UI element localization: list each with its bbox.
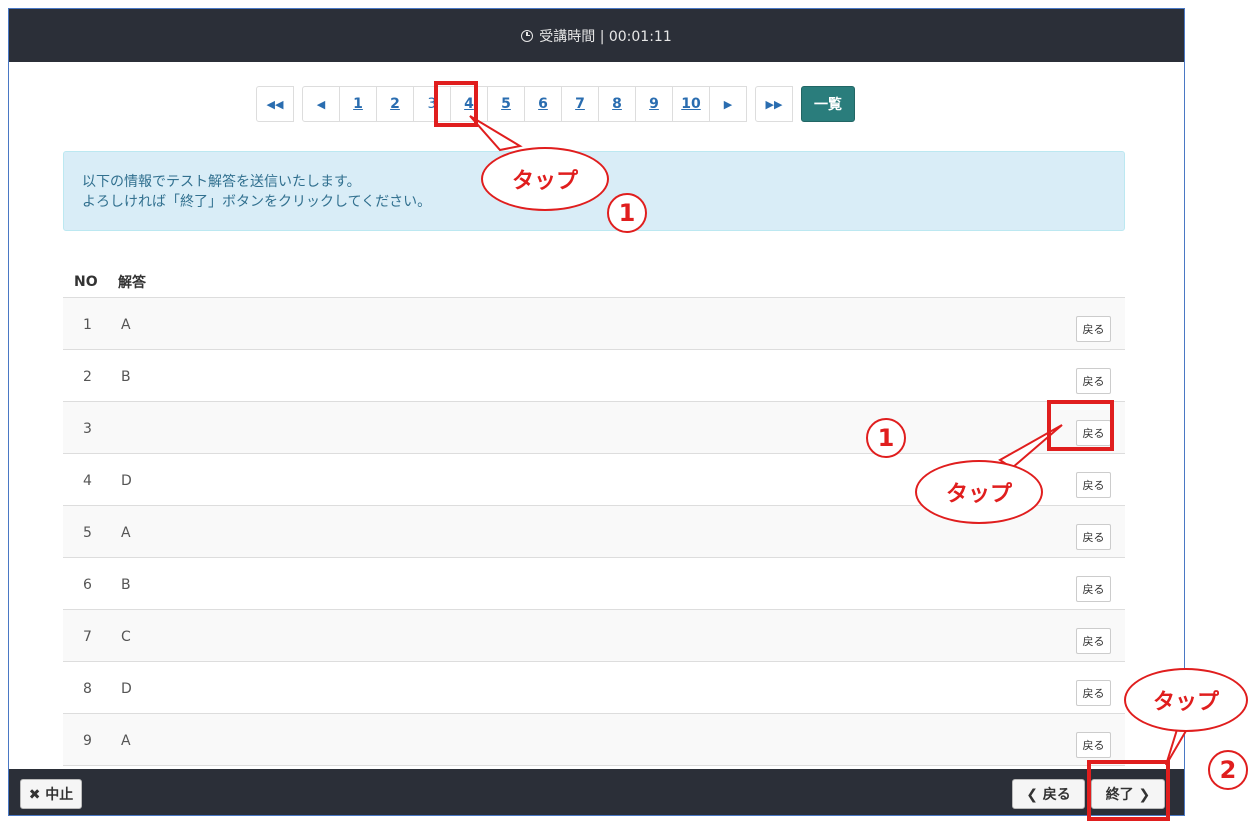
back-button[interactable]: ❮ 戻る xyxy=(1012,779,1085,809)
row-no: 5 xyxy=(83,525,92,541)
row-no: 7 xyxy=(83,629,92,645)
row-answer: D xyxy=(121,681,132,697)
table-row: 8 D 戻る xyxy=(63,662,1125,714)
row-answer: D xyxy=(121,473,132,489)
step-number-2: 2 xyxy=(1208,750,1248,790)
clock-icon xyxy=(521,29,534,42)
step-number-1b: 1 xyxy=(866,418,906,458)
row-answer: C xyxy=(121,629,131,645)
row-back-button[interactable]: 戻る xyxy=(1076,680,1111,706)
tap-callout-1: タップ xyxy=(481,147,609,211)
table-row: 1 A 戻る xyxy=(63,298,1125,350)
prev-page-button[interactable]: ◀ xyxy=(302,86,340,122)
page-link-5[interactable]: 5 xyxy=(487,86,525,122)
tap-callout-2: タップ xyxy=(915,460,1043,524)
header-no: NO xyxy=(74,274,98,290)
tap-callout-3: タップ xyxy=(1124,668,1248,732)
table-row: 2 B 戻る xyxy=(63,350,1125,402)
row-back-button[interactable]: 戻る xyxy=(1076,732,1111,758)
table-row: 9 A 戻る xyxy=(63,714,1125,766)
header-answer: 解答 xyxy=(118,275,146,291)
row-no: 4 xyxy=(83,473,92,489)
row-no: 8 xyxy=(83,681,92,697)
table-row: 7 C 戻る xyxy=(63,610,1125,662)
pagination: ◀◀ ◀ 1 2 3 4 5 6 7 8 9 10 ▶ ▶▶ 一覧 xyxy=(256,86,855,122)
row-no: 1 xyxy=(83,317,92,333)
app-window: 受講時間 | 00:01:11 ◀◀ ◀ 1 2 3 4 5 6 7 8 9 1… xyxy=(8,8,1185,816)
page-link-10[interactable]: 10 xyxy=(672,86,710,122)
row-answer: B xyxy=(121,577,131,593)
highlight-page-3 xyxy=(434,81,478,127)
cancel-button[interactable]: ✖ 中止 xyxy=(20,779,82,809)
row-back-button[interactable]: 戻る xyxy=(1076,368,1111,394)
page-link-7[interactable]: 7 xyxy=(561,86,599,122)
page-link-9[interactable]: 9 xyxy=(635,86,673,122)
row-answer: B xyxy=(121,369,131,385)
first-page-button[interactable]: ◀◀ xyxy=(256,86,294,122)
row-back-button[interactable]: 戻る xyxy=(1076,628,1111,654)
page-link-2[interactable]: 2 xyxy=(376,86,414,122)
row-no: 6 xyxy=(83,577,92,593)
page-link-6[interactable]: 6 xyxy=(524,86,562,122)
highlight-finish xyxy=(1087,760,1170,821)
page-link-8[interactable]: 8 xyxy=(598,86,636,122)
elapsed-time-label: 受講時間 | 00:01:11 xyxy=(539,28,672,45)
row-back-button[interactable]: 戻る xyxy=(1076,472,1111,498)
row-answer: A xyxy=(121,317,131,333)
table-header: NO 解答 xyxy=(63,267,1125,299)
answer-table: 1 A 戻る 2 B 戻る 3 戻る 4 D 戻る 5 A 戻る 6 B 戻る xyxy=(63,298,1125,766)
table-row: 6 B 戻る xyxy=(63,558,1125,610)
row-no: 2 xyxy=(83,369,92,385)
highlight-row-3-back xyxy=(1047,400,1114,451)
row-back-button[interactable]: 戻る xyxy=(1076,316,1111,342)
next-page-button[interactable]: ▶ xyxy=(709,86,747,122)
table-row: 3 戻る xyxy=(63,402,1125,454)
list-view-button[interactable]: 一覧 xyxy=(801,86,855,122)
step-number-1a: 1 xyxy=(607,193,647,233)
row-no: 9 xyxy=(83,733,92,749)
row-answer: A xyxy=(121,733,131,749)
row-no: 3 xyxy=(83,421,92,437)
last-page-button[interactable]: ▶▶ xyxy=(755,86,793,122)
row-back-button[interactable]: 戻る xyxy=(1076,576,1111,602)
page-link-1[interactable]: 1 xyxy=(339,86,377,122)
bottom-bar: ✖ 中止 ❮ 戻る 終了 ❯ xyxy=(9,769,1184,815)
top-bar: 受講時間 | 00:01:11 xyxy=(9,9,1184,62)
row-back-button[interactable]: 戻る xyxy=(1076,524,1111,550)
row-answer: A xyxy=(121,525,131,541)
